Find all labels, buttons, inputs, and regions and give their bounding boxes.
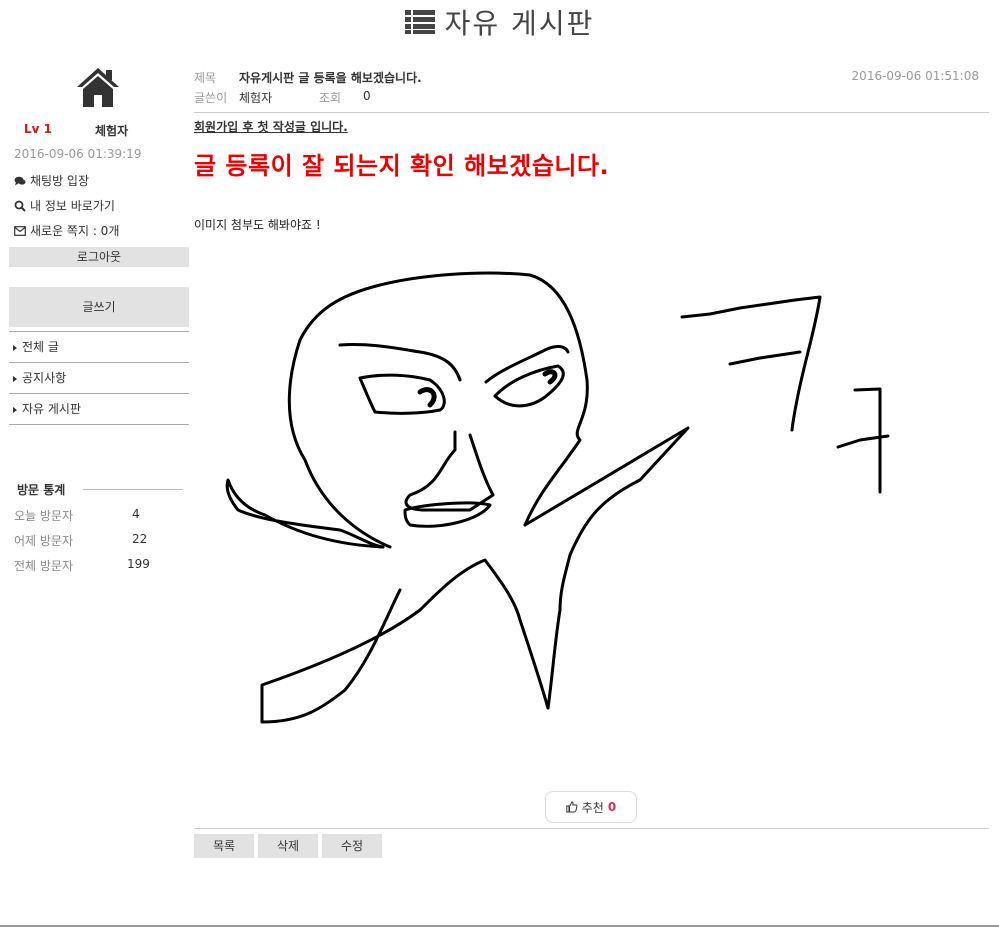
list-icon — [404, 10, 435, 34]
caret-right-icon — [13, 375, 17, 382]
home-icon[interactable] — [75, 66, 121, 108]
page-header: 자유 게시판 — [0, 0, 999, 40]
divider — [83, 489, 183, 490]
thumbs-up-icon — [566, 801, 578, 813]
recommend-label: 추천 — [581, 800, 604, 815]
menu-item-label: 공지사항 — [22, 371, 67, 385]
stat-label: 전체 방문자 — [14, 559, 74, 573]
post-date: 2016-09-06 01:51:08 — [851, 69, 979, 83]
divider — [194, 112, 989, 113]
post-views: 0 — [363, 89, 371, 103]
write-button[interactable]: 글쓰기 — [9, 287, 189, 327]
search-icon — [14, 200, 26, 212]
chat-room-link[interactable]: 채팅방 입장 — [14, 172, 89, 189]
board-menu: 전체 글 공지사항 자유 게시판 — [9, 331, 189, 425]
author-label: 글쓴이 — [194, 91, 228, 105]
menu-item-label: 자유 게시판 — [22, 402, 82, 416]
recommend-button[interactable]: 추천 0 — [545, 791, 637, 823]
post-title: 자유게시판 글 등록을 해보겠습니다. — [239, 71, 422, 85]
messages-link[interactable]: 새로운 쪽지 : 0개 — [14, 222, 119, 239]
my-info-link[interactable]: 내 정보 바로가기 — [14, 197, 115, 214]
messages-label: 새로운 쪽지 : 0개 — [30, 224, 120, 238]
menu-item-free-board[interactable]: 자유 게시판 — [9, 394, 189, 425]
edit-button[interactable]: 수정 — [322, 834, 382, 858]
visitor-stats-title: 방문 통계 — [17, 483, 66, 497]
delete-button[interactable]: 삭제 — [258, 834, 318, 858]
menu-item-all-posts[interactable]: 전체 글 — [9, 332, 189, 363]
post-subheading: 회원가입 후 첫 작성글 입니다. — [194, 120, 348, 134]
menu-item-notice[interactable]: 공지사항 — [9, 363, 189, 394]
post-headline: 글 등록이 잘 되는지 확인 해보겠습니다. — [194, 152, 610, 180]
caret-right-icon — [13, 344, 17, 351]
attached-drawing-image — [225, 271, 890, 724]
stat-label: 어제 방문자 — [14, 534, 74, 548]
my-info-label: 내 정보 바로가기 — [30, 199, 115, 213]
title-label: 제목 — [194, 71, 217, 85]
divider — [194, 828, 989, 829]
chat-icon — [14, 176, 26, 185]
page-title: 자유 게시판 — [444, 7, 595, 40]
menu-item-label: 전체 글 — [22, 340, 59, 354]
post-author: 체험자 — [239, 91, 273, 105]
caret-right-icon — [13, 406, 17, 413]
user-level: Lv 1 — [24, 122, 52, 136]
stat-value: 22 — [132, 532, 148, 546]
list-button[interactable]: 목록 — [194, 834, 254, 858]
login-time: 2016-09-06 01:39:19 — [14, 147, 142, 161]
envelope-icon — [14, 225, 26, 236]
post-body-text: 이미지 첨부도 해봐야죠 ! — [194, 218, 321, 232]
stat-value: 4 — [132, 507, 140, 521]
user-nickname: 체험자 — [95, 124, 129, 138]
stat-value: 199 — [127, 557, 150, 571]
recommend-count: 0 — [607, 800, 617, 814]
chat-room-label: 채팅방 입장 — [30, 174, 90, 188]
logout-button[interactable]: 로그아웃 — [9, 247, 189, 267]
stat-label: 오늘 방문자 — [14, 509, 74, 523]
views-label: 조회 — [319, 91, 342, 105]
